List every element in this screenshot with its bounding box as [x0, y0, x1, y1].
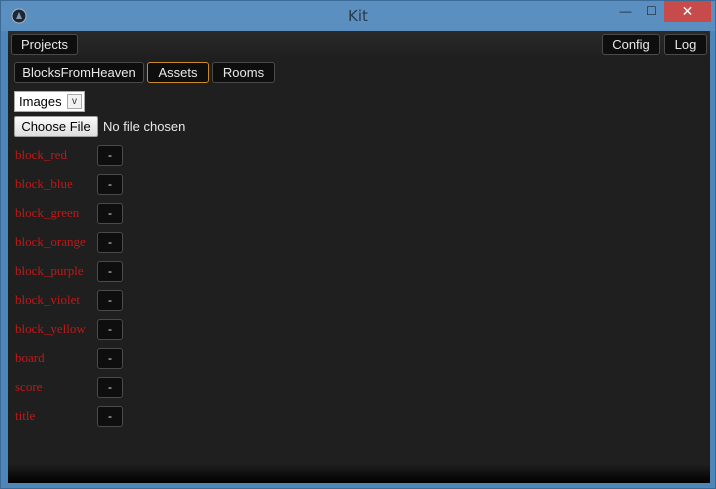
minimize-button[interactable]: — — [612, 1, 639, 22]
bottom-bar — [8, 464, 710, 483]
list-item: block_yellow - — [8, 315, 308, 344]
list-item: block_green - — [8, 199, 308, 228]
projects-button[interactable]: Projects — [11, 34, 78, 55]
remove-asset-button[interactable]: - — [97, 406, 123, 427]
tab-rooms[interactable]: Rooms — [212, 62, 275, 83]
remove-asset-button[interactable]: - — [97, 377, 123, 398]
list-item: title - — [8, 402, 308, 431]
choose-file-button[interactable]: Choose File — [14, 116, 98, 137]
log-button[interactable]: Log — [664, 34, 707, 55]
remove-asset-button[interactable]: - — [97, 203, 123, 224]
list-item: score - — [8, 373, 308, 402]
list-item: board - — [8, 344, 308, 373]
asset-name[interactable]: block_orange — [15, 234, 86, 250]
list-item: block_purple - — [8, 257, 308, 286]
remove-asset-button[interactable]: - — [97, 348, 123, 369]
asset-name[interactable]: block_yellow — [15, 321, 86, 337]
client-area: Projects Config Log BlocksFromHeaven Ass… — [8, 31, 710, 483]
remove-asset-button[interactable]: - — [97, 174, 123, 195]
asset-name[interactable]: block_purple — [15, 263, 84, 279]
asset-name[interactable]: title — [15, 408, 35, 424]
asset-name[interactable]: board — [15, 350, 45, 366]
asset-type-select-value: Images — [19, 94, 62, 109]
window-title: Kit — [348, 7, 368, 25]
tab-blocksfromheaven[interactable]: BlocksFromHeaven — [14, 62, 144, 83]
list-item: block_violet - — [8, 286, 308, 315]
file-status-text: No file chosen — [103, 119, 186, 134]
close-button[interactable]: ✕ — [664, 1, 711, 22]
app-window: Kit — ☐ ✕ Projects Config Log BlocksFrom… — [0, 0, 716, 489]
asset-name[interactable]: block_red — [15, 147, 67, 163]
remove-asset-button[interactable]: - — [97, 261, 123, 282]
titlebar[interactable]: Kit — ☐ ✕ — [1, 1, 715, 31]
asset-name[interactable]: block_violet — [15, 292, 80, 308]
remove-asset-button[interactable]: - — [97, 145, 123, 166]
asset-name[interactable]: block_blue — [15, 176, 73, 192]
config-button[interactable]: Config — [602, 34, 660, 55]
remove-asset-button[interactable]: - — [97, 319, 123, 340]
remove-asset-button[interactable]: - — [97, 232, 123, 253]
asset-type-select[interactable]: Images v — [14, 91, 85, 112]
asset-name[interactable]: score — [15, 379, 42, 395]
asset-name[interactable]: block_green — [15, 205, 79, 221]
list-item: block_blue - — [8, 170, 308, 199]
chevron-down-icon[interactable]: v — [67, 94, 82, 109]
list-item: block_red - — [8, 141, 308, 170]
list-item: block_orange - — [8, 228, 308, 257]
maximize-button[interactable]: ☐ — [638, 1, 665, 22]
remove-asset-button[interactable]: - — [97, 290, 123, 311]
tab-assets[interactable]: Assets — [147, 62, 209, 83]
